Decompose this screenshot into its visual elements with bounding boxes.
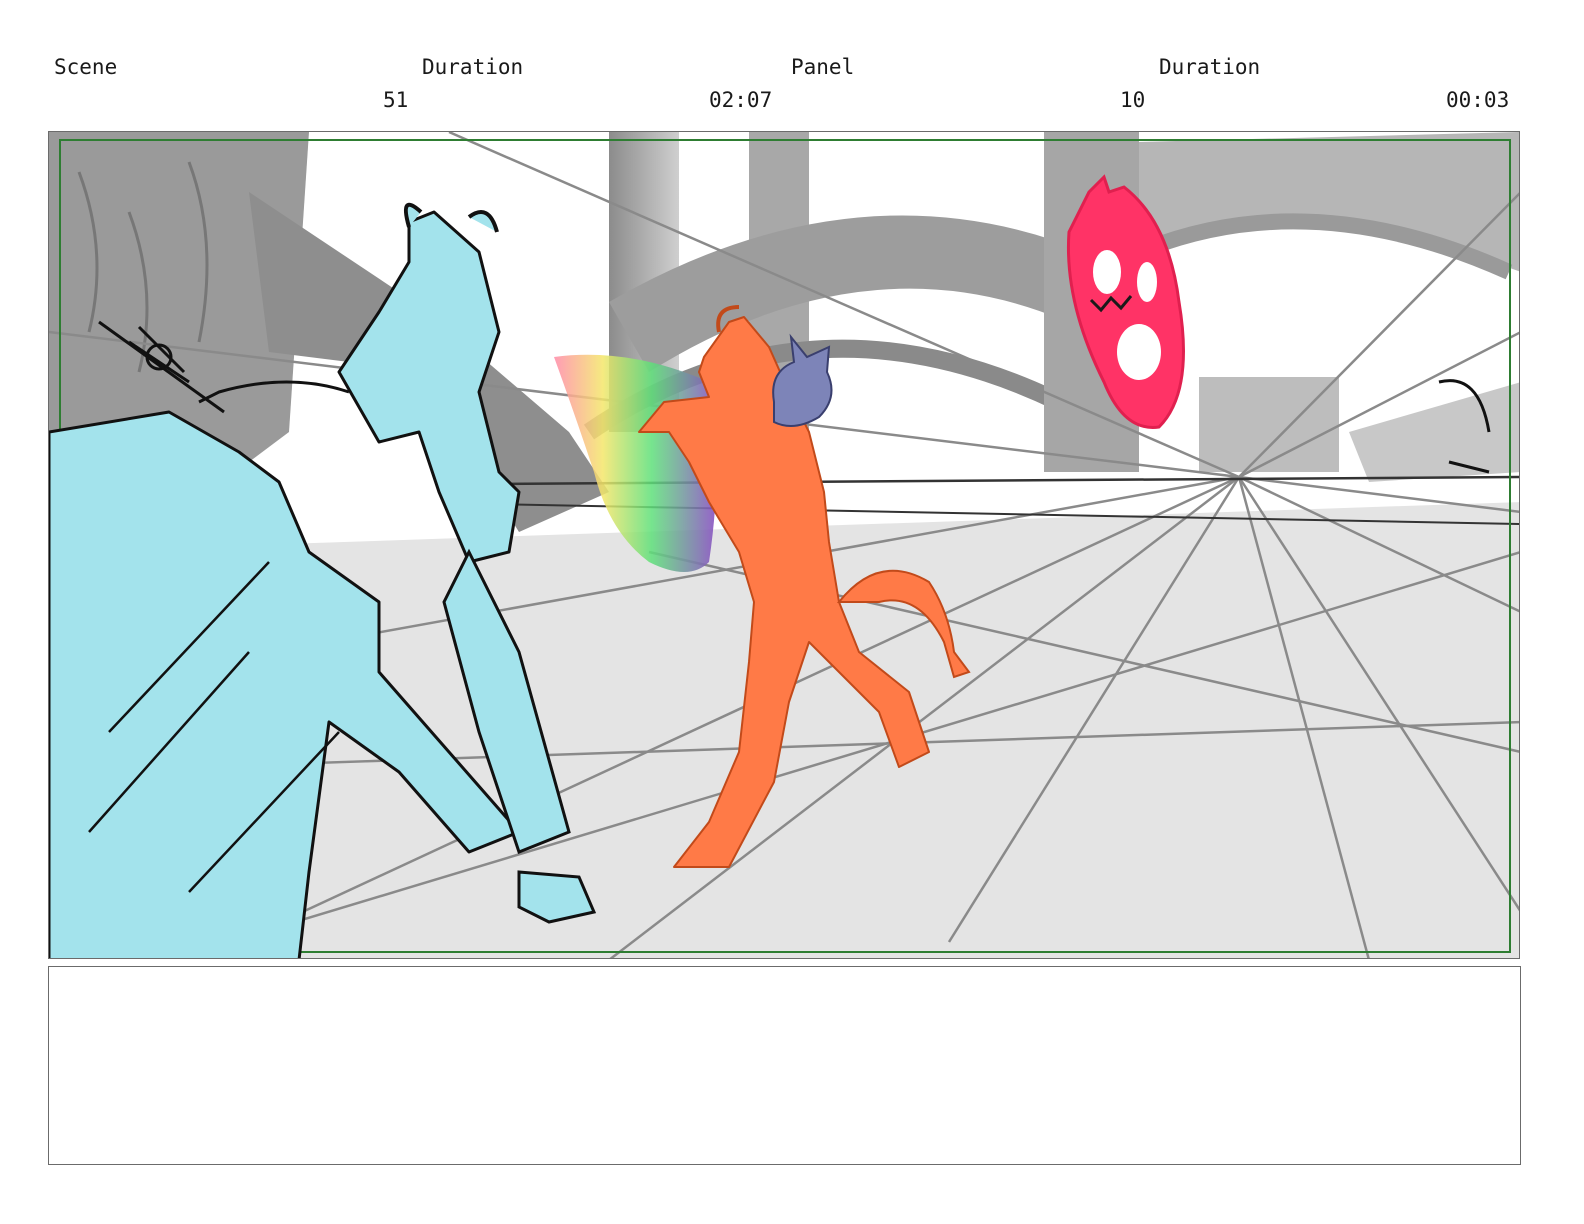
scene-duration-value: 02:07 [709, 88, 773, 112]
scene-number: 51 [383, 88, 409, 112]
panel-duration-label: Duration [1159, 55, 1261, 79]
panel-label: Panel [791, 55, 855, 79]
panel-number: 10 [1120, 88, 1146, 112]
panel-artwork [49, 132, 1519, 958]
scene-duration-label: Duration [422, 55, 524, 79]
scene-label: Scene [54, 55, 118, 79]
panel-notes-box[interactable] [48, 966, 1521, 1165]
right-block [1199, 377, 1339, 472]
storyboard-panel [48, 131, 1520, 959]
panel-duration-value: 00:03 [1446, 88, 1510, 112]
